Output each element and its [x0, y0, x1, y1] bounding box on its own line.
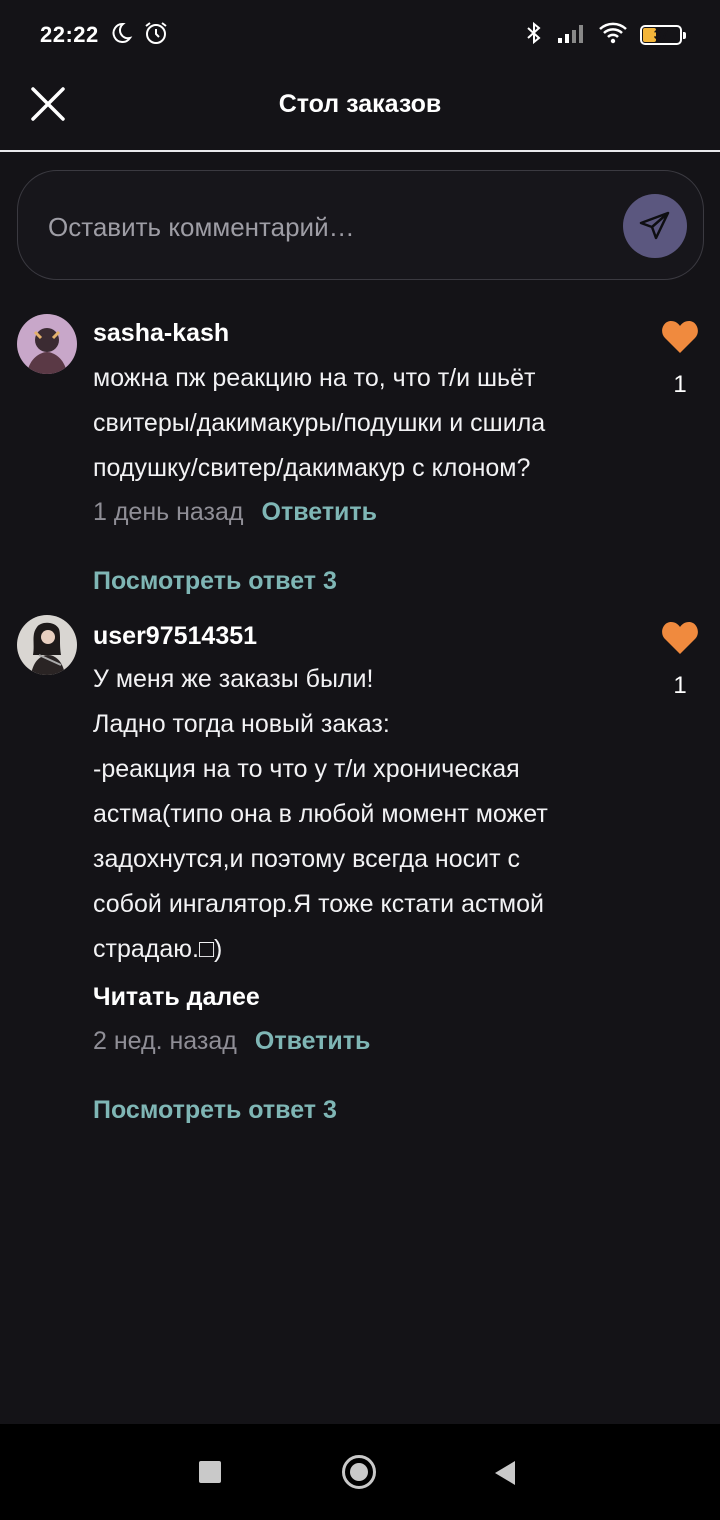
comment-text: можна пж реакцию на то, что т/и шьёт сви… — [93, 356, 613, 491]
header: Стол заказов — [0, 70, 720, 152]
alarm-icon — [143, 20, 169, 51]
send-button[interactable] — [623, 194, 687, 258]
page-title: Стол заказов — [278, 90, 442, 118]
wifi-icon — [598, 21, 628, 50]
comment-time: 1 день назад — [93, 498, 244, 526]
comment-text-line: У меня же заказы были! — [93, 665, 374, 693]
like-count: 1 — [673, 672, 687, 699]
moon-icon — [109, 21, 133, 50]
comment-time: 2 нед. назад — [93, 1027, 237, 1055]
recent-apps-icon[interactable] — [199, 1461, 221, 1483]
comment-text-line: свитеры/дакимакуры/подушки и сшила — [93, 409, 546, 437]
comment-text-line: -реакция на то что у т/и хроническая — [93, 755, 520, 783]
navigation-bar — [0, 1424, 720, 1520]
comment-text-line: можна пж реакцию на то, что т/и шьёт — [93, 364, 536, 392]
like-button[interactable]: 1 — [660, 621, 700, 700]
comment-meta: 1 день назад Ответить — [93, 498, 377, 527]
comment-text-line: Ладно тогда новый заказ: — [93, 710, 390, 738]
comment-text-line: задохнутся,и поэтому всегда носит с — [93, 845, 520, 873]
reply-button[interactable]: Ответить — [255, 1027, 371, 1056]
heart-icon — [662, 622, 698, 654]
comment-item: sasha-kash можна пж реакцию на то, что т… — [0, 310, 720, 600]
comment-text-line: страдаю.□) — [93, 935, 223, 963]
signal-icon — [556, 22, 586, 49]
battery-icon: 37 — [640, 25, 686, 45]
comment-input[interactable] — [48, 207, 608, 247]
avatar[interactable] — [17, 615, 77, 675]
comment-box — [17, 170, 704, 280]
view-replies-link[interactable]: Посмотреть ответ 3 — [93, 567, 337, 596]
home-icon[interactable] — [342, 1455, 376, 1489]
status-left: 22:22 — [40, 20, 169, 51]
bluetooth-icon — [524, 21, 544, 50]
avatar[interactable] — [17, 314, 77, 374]
comment-text-line: астма(типо она в любой момент может — [93, 800, 548, 828]
comment-author[interactable]: user97514351 — [93, 622, 257, 651]
comment-meta: 2 нед. назад Ответить — [93, 1027, 370, 1056]
comment-author[interactable]: sasha-kash — [93, 319, 229, 348]
comment-text-line: подушку/свитер/дакимакур с клоном? — [93, 454, 531, 482]
comment-text-line: собой ингалятор.Я тоже кстати астмой — [93, 890, 544, 918]
comment-text: У меня же заказы были! Ладно тогда новый… — [93, 657, 613, 972]
like-count: 1 — [673, 371, 687, 398]
send-icon — [639, 211, 670, 240]
read-more-link[interactable]: Читать далее — [93, 983, 260, 1012]
heart-icon — [662, 321, 698, 353]
view-replies-link[interactable]: Посмотреть ответ 3 — [93, 1096, 337, 1125]
status-bar: 22:22 37 — [0, 0, 720, 70]
status-time: 22:22 — [40, 22, 99, 47]
status-right: 37 — [524, 21, 686, 50]
comment-item: user97514351 У меня же заказы были! Ладн… — [0, 613, 720, 1133]
back-icon[interactable] — [493, 1460, 517, 1491]
reply-button[interactable]: Ответить — [262, 498, 378, 527]
battery-level: 37 — [653, 27, 669, 42]
like-button[interactable]: 1 — [660, 320, 700, 399]
